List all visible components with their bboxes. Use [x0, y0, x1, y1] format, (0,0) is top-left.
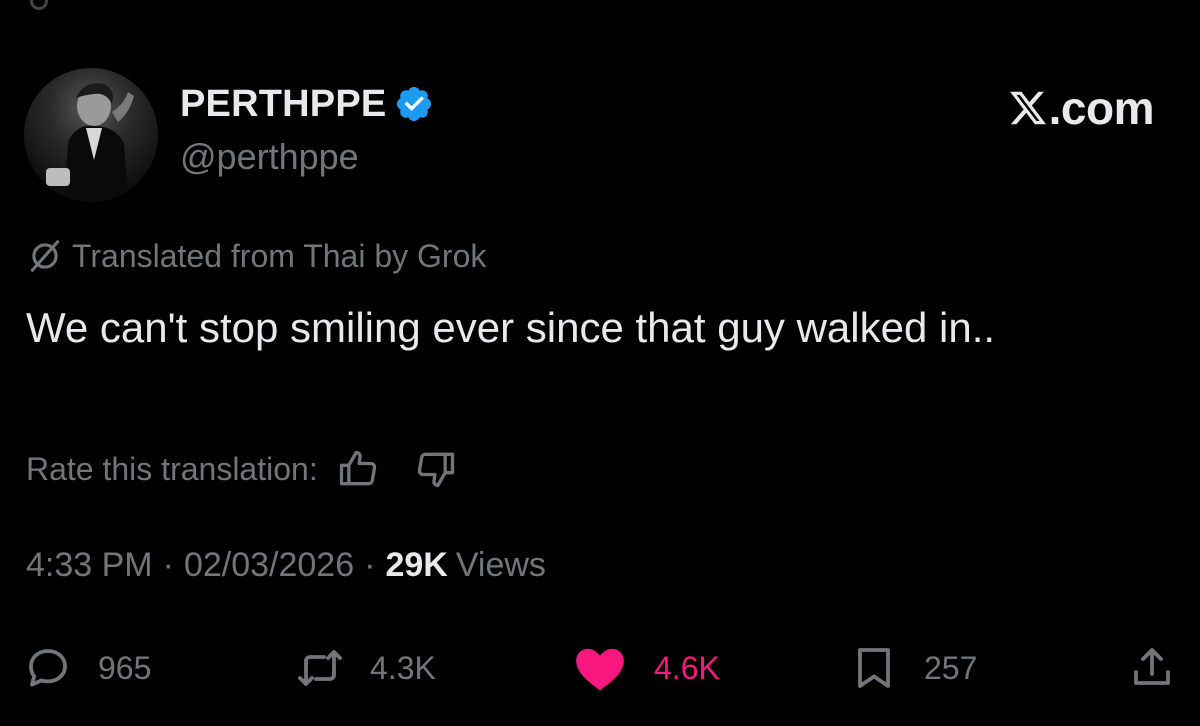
views-label: Views — [455, 546, 546, 584]
like-button[interactable]: 4.6K — [572, 636, 720, 700]
x-com-brand: .com — [1008, 80, 1155, 136]
views-count: 29K — [385, 546, 448, 584]
translation-notice: Translated from Thai by Grok — [26, 234, 486, 278]
grok-icon — [30, 240, 60, 272]
x-logo-icon — [1009, 91, 1046, 125]
rate-translation-label: Rate this translation: — [26, 450, 318, 487]
heart-icon — [576, 648, 624, 691]
scroll-indicator — [30, 0, 48, 10]
tweet-date[interactable]: 02/03/2026 — [184, 546, 354, 585]
translation-notice-text: Translated from Thai by Grok — [72, 237, 487, 274]
meta-separator: · — [162, 546, 174, 584]
tweet-meta: 4:33 PM · 02/03/2026 · 29K Views — [26, 546, 546, 596]
reply-count: 965 — [98, 649, 152, 686]
thumbs-up-icon[interactable] — [336, 447, 380, 491]
repost-count: 4.3K — [370, 649, 436, 686]
bookmark-button[interactable]: 257 — [850, 636, 977, 700]
share-icon — [1134, 648, 1170, 685]
repost-icon — [298, 650, 342, 686]
reply-icon — [29, 649, 67, 687]
verified-badge-icon[interactable] — [394, 84, 434, 124]
profile-photo-icon — [46, 83, 134, 202]
tweet-time[interactable]: 4:33 PM — [26, 546, 153, 585]
rate-translation: Rate this translation: — [26, 444, 458, 494]
share-button[interactable] — [1128, 636, 1176, 700]
bookmark-icon — [858, 648, 890, 688]
thumbs-down-icon[interactable] — [414, 447, 458, 491]
site-label: .com — [1048, 82, 1155, 134]
tweet-text: We can't stop smiling ever since that gu… — [26, 304, 996, 351]
user-handle[interactable]: @perthppe — [180, 136, 359, 178]
bookmark-count: 257 — [924, 649, 978, 686]
like-count: 4.6K — [654, 649, 720, 686]
meta-separator: · — [364, 546, 376, 584]
repost-button[interactable]: 4.3K — [296, 636, 436, 700]
avatar[interactable] — [24, 68, 158, 202]
display-name[interactable]: PERTHPPE — [180, 83, 386, 126]
reply-button[interactable]: 965 — [24, 636, 151, 700]
tweet-card: PERTHPPE @perthppe .com Translated from … — [0, 0, 1200, 726]
action-bar: 965 4.3K 4.6K 257 — [0, 636, 1200, 700]
name-row: PERTHPPE — [180, 82, 434, 126]
